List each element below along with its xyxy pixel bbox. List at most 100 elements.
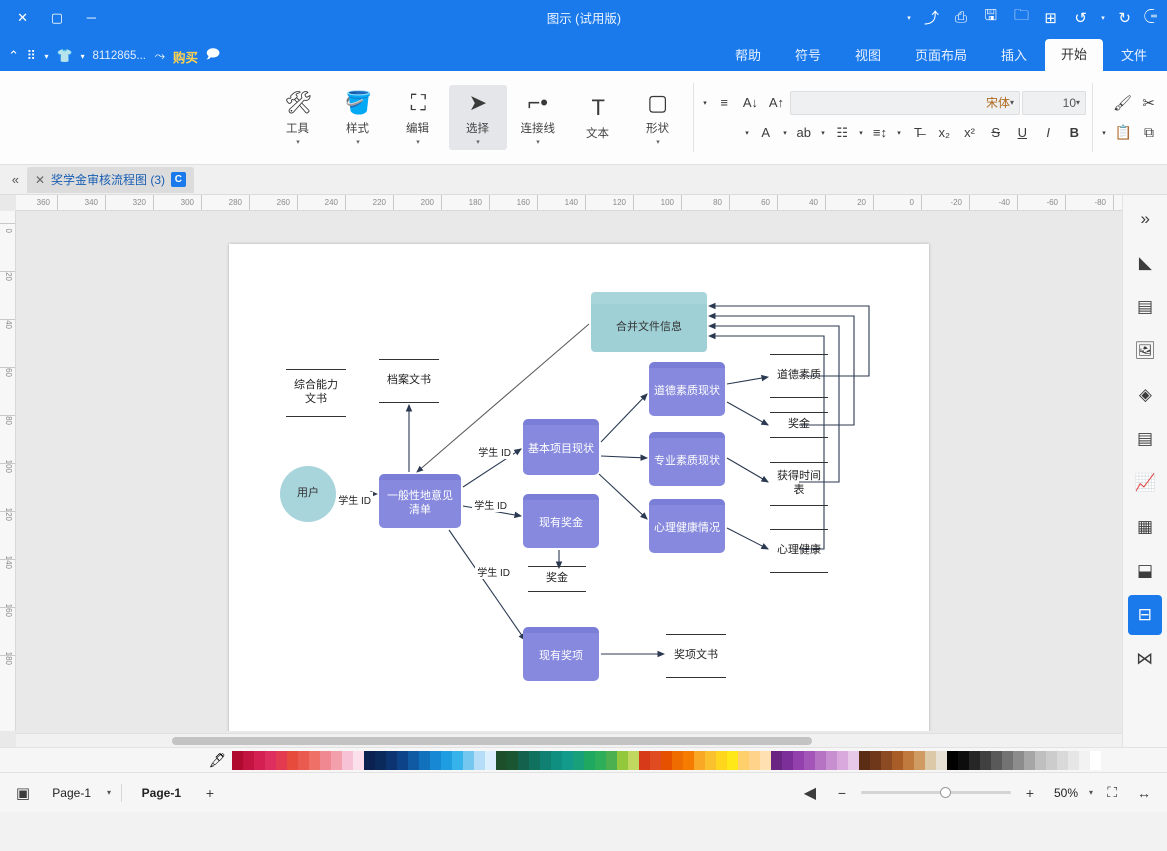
color-swatch[interactable] bbox=[1002, 750, 1013, 770]
italic-button[interactable]: I bbox=[1036, 121, 1060, 145]
page-dropdown-caret[interactable]: ▾ bbox=[107, 788, 111, 797]
user-id-label[interactable]: 8112865... bbox=[93, 50, 147, 62]
tab-4[interactable]: 视图 bbox=[839, 41, 897, 71]
color-swatch[interactable] bbox=[364, 750, 375, 770]
presentation-play-icon[interactable]: ◀ bbox=[797, 781, 823, 805]
underline-button[interactable]: U bbox=[1010, 121, 1034, 145]
layers-icon[interactable]: ◈ bbox=[1128, 375, 1162, 415]
bold-button[interactable]: B bbox=[1062, 121, 1086, 145]
style-button[interactable]: 🪣 样式 ▾ bbox=[329, 85, 387, 150]
color-swatch[interactable] bbox=[969, 750, 980, 770]
color-swatch[interactable] bbox=[540, 750, 551, 770]
apps-grid-icon[interactable]: ⠿ bbox=[27, 48, 37, 64]
chevron-down-icon[interactable]: ▾ bbox=[476, 139, 480, 146]
color-swatch[interactable] bbox=[529, 750, 540, 770]
color-swatch[interactable] bbox=[837, 750, 848, 770]
color-swatch[interactable] bbox=[980, 750, 991, 770]
image-icon[interactable]: 🖼 bbox=[1128, 331, 1162, 371]
color-swatch[interactable] bbox=[408, 750, 419, 770]
page-view-icon[interactable]: ▣ bbox=[10, 781, 36, 805]
color-swatch[interactable] bbox=[243, 750, 254, 770]
color-swatch[interactable] bbox=[771, 750, 782, 770]
color-swatch[interactable] bbox=[375, 750, 386, 770]
color-swatch[interactable] bbox=[562, 750, 573, 770]
color-swatch[interactable] bbox=[870, 750, 881, 770]
color-swatch[interactable] bbox=[815, 750, 826, 770]
color-swatch[interactable] bbox=[320, 750, 331, 770]
color-swatch[interactable] bbox=[1068, 750, 1079, 770]
color-swatch[interactable] bbox=[738, 750, 749, 770]
color-swatch[interactable] bbox=[353, 750, 364, 770]
collapse-ribbon-icon[interactable]: ⌃ bbox=[8, 48, 19, 64]
line-spacing-caret[interactable]: ▾ bbox=[856, 121, 866, 145]
select-button[interactable]: ➤ 选择 ▾ bbox=[449, 85, 507, 150]
color-swatch[interactable] bbox=[1046, 750, 1057, 770]
line-spacing-button[interactable]: ≡↕ bbox=[868, 121, 892, 145]
close-button[interactable]: ✕ bbox=[8, 0, 38, 35]
fit-width-icon[interactable]: ↔ bbox=[1131, 781, 1157, 805]
superscript-button[interactable]: x² bbox=[958, 121, 982, 145]
clear-format-caret[interactable]: ▾ bbox=[894, 121, 904, 145]
color-swatch[interactable] bbox=[276, 750, 287, 770]
table-icon[interactable]: ▦ bbox=[1128, 507, 1162, 547]
color-swatch[interactable] bbox=[606, 750, 617, 770]
horizontal-scrollbar[interactable] bbox=[16, 733, 1122, 747]
clear-format-button[interactable]: T̶ bbox=[906, 121, 930, 145]
align-dropdown-caret[interactable]: ▾ bbox=[700, 91, 710, 115]
color-swatch[interactable] bbox=[727, 750, 738, 770]
shrink-font-button[interactable]: A↓ bbox=[738, 91, 762, 115]
tab-0[interactable]: 文件 bbox=[1105, 41, 1163, 71]
connector-button[interactable]: ⌐• 连接线 ▾ bbox=[509, 85, 567, 150]
color-swatch[interactable] bbox=[1024, 750, 1035, 770]
zoom-dropdown-caret[interactable]: ▾ bbox=[1089, 788, 1093, 797]
align-icon[interactable]: ⊟ bbox=[1128, 595, 1162, 635]
color-swatch[interactable] bbox=[958, 750, 969, 770]
redo-button[interactable]: ↻ bbox=[1111, 5, 1139, 31]
color-swatch[interactable] bbox=[1035, 750, 1046, 770]
color-swatch[interactable] bbox=[628, 750, 639, 770]
color-swatch[interactable] bbox=[760, 750, 771, 770]
color-swatch[interactable] bbox=[639, 750, 650, 770]
color-swatch[interactable] bbox=[496, 750, 507, 770]
fit-page-icon[interactable]: ⛶ bbox=[1099, 781, 1125, 805]
grow-font-button[interactable]: A↑ bbox=[764, 91, 788, 115]
new-file-button[interactable]: ⊞ bbox=[1037, 5, 1065, 31]
chevron-down-icon[interactable]: ▾ bbox=[536, 139, 540, 146]
font-name-box[interactable]: ▾ 宋体 bbox=[790, 90, 1020, 115]
chevron-down-icon[interactable]: ▾ bbox=[356, 139, 360, 146]
color-swatch[interactable] bbox=[936, 750, 947, 770]
color-swatch[interactable] bbox=[683, 750, 694, 770]
collapse-panel-icon[interactable]: « bbox=[4, 172, 27, 187]
cut-button[interactable]: ✂ bbox=[1137, 91, 1161, 115]
color-swatch[interactable] bbox=[694, 750, 705, 770]
color-swatch[interactable] bbox=[661, 750, 672, 770]
color-swatch[interactable] bbox=[397, 750, 408, 770]
color-swatch[interactable] bbox=[485, 750, 496, 770]
color-swatch[interactable] bbox=[573, 750, 584, 770]
color-swatch[interactable] bbox=[793, 750, 804, 770]
text-button[interactable]: T 文本 bbox=[569, 90, 627, 145]
scrollbar-thumb[interactable] bbox=[172, 737, 812, 745]
color-swatch[interactable] bbox=[265, 750, 276, 770]
color-swatch[interactable] bbox=[1013, 750, 1024, 770]
user-dropdown-caret[interactable]: ▾ bbox=[81, 52, 85, 61]
document-icon[interactable]: ▤ bbox=[1128, 419, 1162, 459]
color-swatch[interactable] bbox=[749, 750, 760, 770]
color-swatch[interactable] bbox=[650, 750, 661, 770]
page-tab-active[interactable]: Page-1 bbox=[132, 786, 191, 800]
color-swatch[interactable] bbox=[1057, 750, 1068, 770]
paste-dropdown-caret[interactable]: ▾ bbox=[1099, 121, 1109, 145]
color-swatch[interactable] bbox=[507, 750, 518, 770]
fill-bucket-icon[interactable]: ◣ bbox=[1128, 243, 1162, 283]
document-tab[interactable]: C 奖学金审核流程图 (3) ✕ bbox=[27, 166, 195, 193]
quick-access-caret[interactable]: ▾ bbox=[903, 5, 915, 31]
theme-shirt-icon[interactable]: 👕 bbox=[56, 48, 72, 64]
connector-route-icon[interactable]: ⋈ bbox=[1128, 639, 1162, 679]
copy-button[interactable]: ⧉ bbox=[1137, 121, 1161, 145]
paste-button[interactable]: 📋 bbox=[1111, 121, 1135, 145]
color-swatch[interactable] bbox=[903, 750, 914, 770]
zoom-slider-knob[interactable] bbox=[939, 787, 951, 798]
chevron-down-icon[interactable]: ▾ bbox=[416, 139, 420, 146]
open-file-button[interactable]: 🗀 bbox=[1007, 5, 1035, 31]
color-swatch[interactable] bbox=[859, 750, 870, 770]
